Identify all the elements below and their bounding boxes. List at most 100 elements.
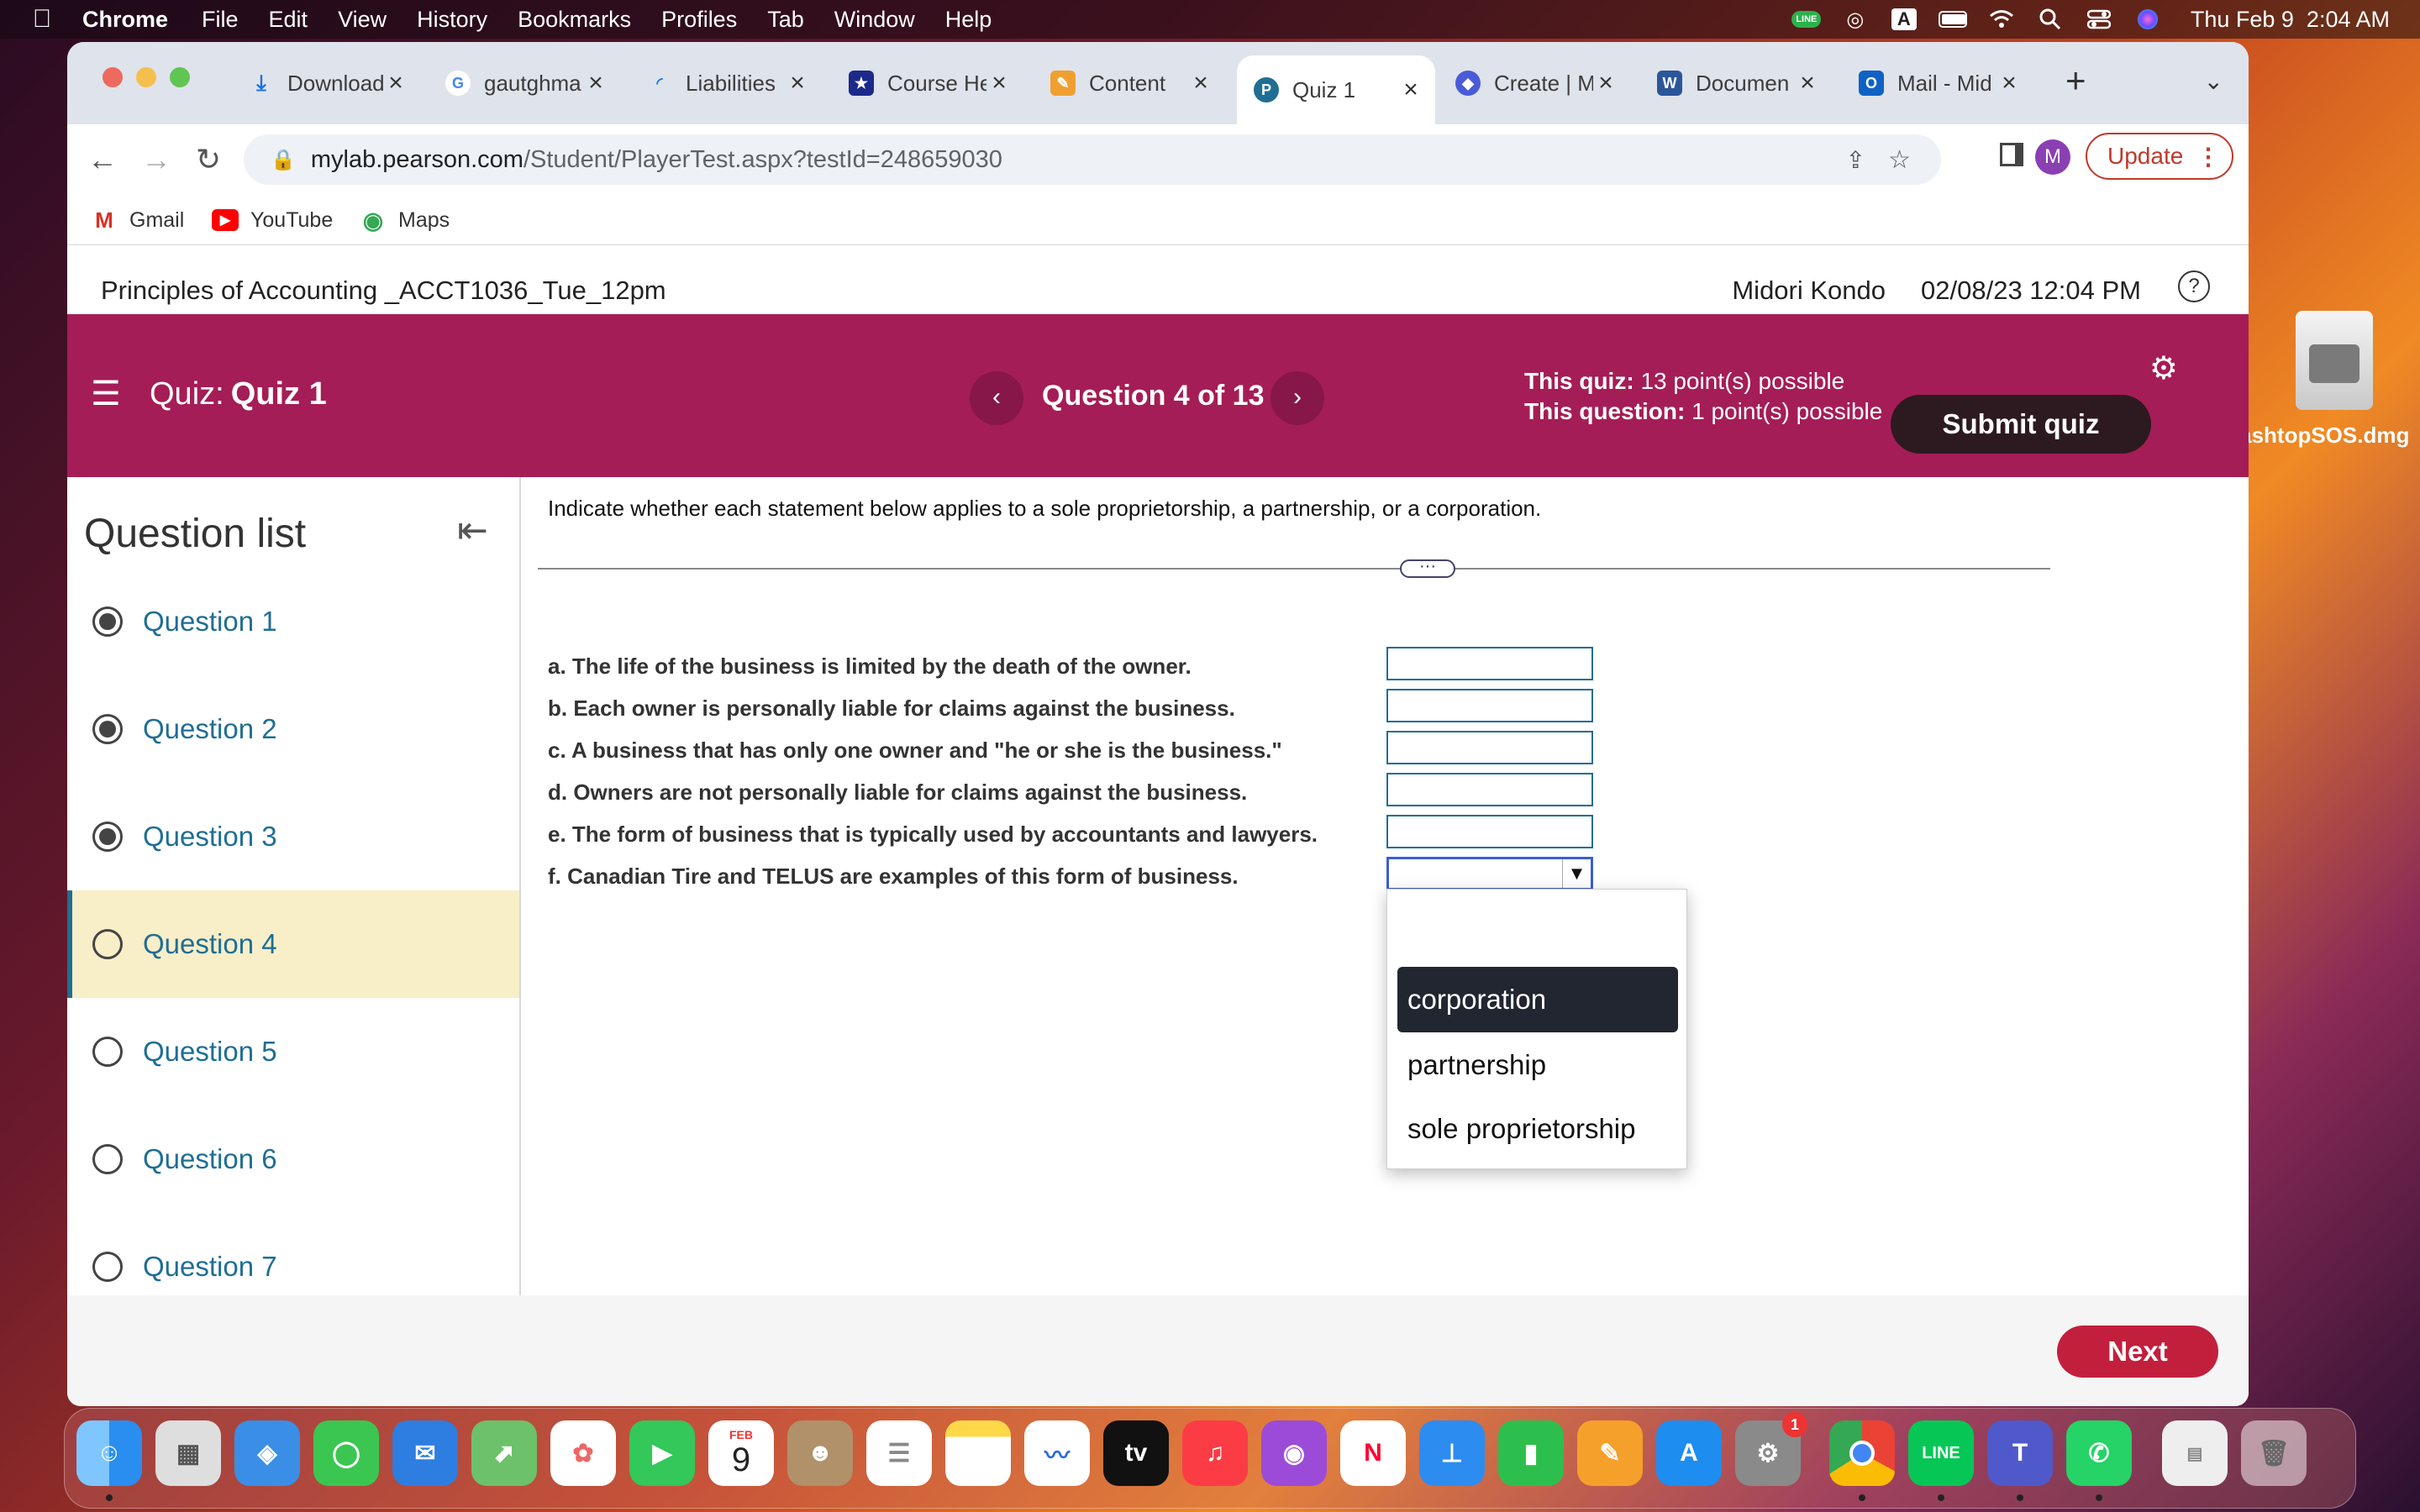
close-tab-icon[interactable]: × [1996, 69, 2022, 97]
profile-avatar[interactable]: M [2035, 139, 2070, 175]
bookmark-maps[interactable]: ◉ Maps [360, 203, 450, 237]
menu-window[interactable]: Window [834, 7, 915, 33]
close-tab-icon[interactable]: × [383, 69, 408, 97]
question-list-item[interactable]: Question 1 [67, 568, 519, 675]
tab-content[interactable]: ✎ Content × [1034, 59, 1225, 108]
desktop-file-splashtop[interactable]: SplashtopSOS.dmg [2206, 311, 2420, 475]
bookmark-youtube[interactable]: ▶ YouTube [212, 203, 333, 237]
back-arrow-icon[interactable]: ← [84, 141, 121, 178]
close-tab-icon[interactable]: × [1795, 69, 1820, 97]
tab-course-home[interactable]: ★ Course He × [832, 59, 1023, 108]
tab-document[interactable]: W Documen × [1640, 59, 1832, 108]
close-tab-icon[interactable]: × [1398, 76, 1423, 104]
line-app-icon[interactable]: LINE [1908, 1420, 1974, 1486]
launchpad-icon[interactable]: ▦ [155, 1420, 221, 1486]
tab-create[interactable]: ◆ Create | M × [1439, 59, 1630, 108]
finder-icon[interactable]: ☺ [76, 1420, 142, 1486]
question-list-item[interactable]: Question 6 [67, 1105, 519, 1213]
app-store-icon[interactable]: A [1656, 1420, 1722, 1486]
resize-handle-icon[interactable]: ··· [1400, 558, 1455, 578]
battery-icon[interactable] [1938, 7, 1967, 32]
bookmark-gmail[interactable]: M Gmail [91, 203, 184, 237]
tab-liabilities[interactable]: ◜ Liabilities × [630, 59, 822, 108]
tab-search-chevron-icon[interactable]: ⌄ [2204, 67, 2223, 95]
menu-app-chrome[interactable]: Chrome [82, 7, 168, 33]
answer-select-e[interactable] [1386, 815, 1593, 848]
side-panel-icon[interactable] [2000, 143, 2023, 166]
collapse-panel-icon[interactable]: ⇤ [457, 509, 488, 552]
maps-app-icon[interactable]: ⬈ [471, 1420, 537, 1486]
close-tab-icon[interactable]: × [583, 69, 608, 97]
update-button[interactable]: Update ⋮ [2086, 133, 2233, 180]
messages-icon[interactable]: ◯ [313, 1420, 379, 1486]
notes-icon[interactable] [945, 1420, 1011, 1486]
numbers-icon[interactable]: ▮ [1498, 1420, 1564, 1486]
music-icon[interactable]: ♫ [1182, 1420, 1248, 1486]
menubar-clock[interactable]: Thu Feb 9 2:04 AM [2191, 7, 2390, 33]
downloads-stack-icon[interactable]: ▤ [2162, 1420, 2228, 1486]
apple-tv-icon[interactable]: tv [1103, 1420, 1169, 1486]
close-window-icon[interactable] [103, 67, 123, 87]
trash-icon[interactable]: 🗑 [2241, 1420, 2307, 1486]
podcasts-icon[interactable]: ◉ [1261, 1420, 1327, 1486]
question-list-item[interactable]: Question 7 [67, 1213, 519, 1295]
option-sole-proprietorship[interactable]: sole proprietorship [1397, 1096, 1678, 1162]
question-list-item[interactable]: Question 3 [67, 783, 519, 890]
tab-downloads[interactable]: ⤓ Download × [232, 59, 420, 108]
safari-icon[interactable]: ◈ [234, 1420, 300, 1486]
pages-icon[interactable]: ✎ [1577, 1420, 1643, 1486]
minimize-window-icon[interactable] [136, 67, 156, 87]
close-tab-icon[interactable]: × [1593, 69, 1618, 97]
bookmark-star-icon[interactable]: ☆ [1888, 145, 1911, 175]
question-list-item[interactable]: Question 2 [67, 675, 519, 783]
reload-icon[interactable]: ↻ [190, 141, 227, 178]
option-partnership[interactable]: partnership [1397, 1032, 1678, 1098]
chrome-app-icon[interactable] [1829, 1420, 1895, 1486]
hamburger-menu-icon[interactable]: ☰ [91, 375, 121, 413]
forward-arrow-icon[interactable]: → [138, 141, 175, 178]
tab-quiz-1[interactable]: P Quiz 1 × [1237, 55, 1435, 124]
system-settings-icon[interactable]: ⚙ 1 [1735, 1412, 1807, 1486]
tab-mail[interactable]: O Mail - Mid × [1842, 59, 2033, 108]
answer-select-f[interactable]: ▼ [1386, 857, 1593, 890]
contacts-icon[interactable]: ☻ [787, 1420, 853, 1486]
calendar-icon[interactable]: FEB 9 [708, 1420, 774, 1486]
freeform-icon[interactable]: 〰 [1024, 1420, 1090, 1486]
settings-gear-icon[interactable]: ⚙ [2149, 349, 2178, 387]
airdrop-icon[interactable]: ◎ [1841, 7, 1870, 32]
option-corporation[interactable]: corporation [1397, 967, 1678, 1032]
siri-icon[interactable] [2133, 7, 2162, 32]
menu-bookmarks[interactable]: Bookmarks [518, 7, 631, 33]
menu-edit[interactable]: Edit [269, 7, 308, 33]
teams-icon[interactable]: T [1987, 1420, 2053, 1486]
help-icon[interactable]: ? [2178, 270, 2210, 302]
keyboard-a-icon[interactable]: A [1890, 7, 1918, 32]
zoom-window-icon[interactable] [170, 67, 190, 87]
wifi-icon[interactable] [1987, 7, 2016, 32]
address-bar[interactable]: 🔒 mylab.pearson.com/Student/PlayerTest.a… [244, 134, 1941, 185]
menu-view[interactable]: View [338, 7, 387, 33]
facetime-icon[interactable]: ▶ [629, 1420, 695, 1486]
close-tab-icon[interactable]: × [785, 69, 810, 97]
menu-file[interactable]: File [202, 7, 239, 33]
submit-quiz-button[interactable]: Submit quiz [1891, 395, 2151, 454]
line-icon[interactable]: LINE [1791, 7, 1822, 32]
keynote-icon[interactable]: ⊥ [1419, 1420, 1485, 1486]
news-icon[interactable]: N [1340, 1420, 1406, 1486]
share-icon[interactable]: ⇪ [1846, 146, 1865, 174]
next-button[interactable]: Next [2057, 1326, 2218, 1378]
new-tab-button[interactable]: + [2065, 60, 2086, 101]
close-tab-icon[interactable]: × [986, 69, 1012, 97]
question-list-item-current[interactable]: Question 4 [67, 890, 519, 998]
previous-question-button[interactable]: ‹ [970, 371, 1023, 425]
tab-google-search[interactable]: G gautghma × [429, 59, 620, 108]
answer-select-c[interactable] [1386, 731, 1593, 764]
whatsapp-icon[interactable]: ✆ [2066, 1420, 2132, 1486]
search-icon[interactable] [2036, 7, 2065, 32]
menu-history[interactable]: History [417, 7, 487, 33]
menu-help[interactable]: Help [945, 7, 992, 33]
control-center-icon[interactable] [2085, 7, 2113, 32]
answer-select-a[interactable] [1386, 647, 1593, 680]
next-question-arrow-button[interactable]: › [1270, 371, 1324, 425]
reminders-icon[interactable]: ☰ [866, 1420, 932, 1486]
